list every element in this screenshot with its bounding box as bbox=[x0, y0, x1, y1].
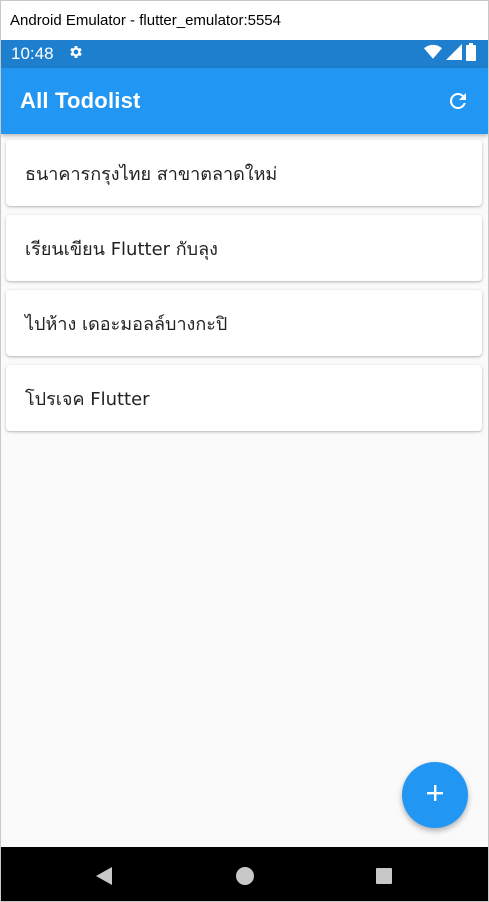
plus-icon bbox=[425, 783, 445, 807]
todo-list: ธนาคารกรุงไทย สาขาตลาดใหม่ เรียนเขียน Fl… bbox=[1, 134, 488, 440]
todo-title: ธนาคารกรุงไทย สาขาตลาดใหม่ bbox=[25, 163, 278, 185]
android-status-bar: 10:48 bbox=[1, 40, 488, 68]
home-circle-icon[interactable] bbox=[234, 865, 256, 887]
page-title: All Todolist bbox=[20, 88, 141, 113]
todo-title: เรียนเขียน Flutter กับลุง bbox=[25, 238, 218, 260]
add-todo-button[interactable] bbox=[402, 762, 468, 828]
list-item[interactable]: ไปห้าง เดอะมอลล์บางกะปิ bbox=[6, 290, 482, 356]
list-item[interactable]: ธนาคารกรุงไทย สาขาตลาดใหม่ bbox=[6, 140, 482, 206]
gear-icon bbox=[68, 44, 84, 65]
status-time: 10:48 bbox=[11, 44, 54, 63]
wifi-icon bbox=[424, 44, 442, 65]
emulator-window: Android Emulator - flutter_emulator:5554… bbox=[0, 0, 489, 902]
refresh-icon[interactable] bbox=[446, 89, 470, 113]
list-item[interactable]: เรียนเขียน Flutter กับลุง bbox=[6, 215, 482, 281]
window-titlebar: Android Emulator - flutter_emulator:5554 bbox=[1, 1, 488, 40]
recents-square-icon[interactable] bbox=[373, 865, 395, 887]
battery-icon bbox=[466, 42, 476, 66]
app-bar: All Todolist bbox=[1, 68, 488, 134]
back-triangle-icon[interactable] bbox=[93, 865, 115, 887]
window-title: Android Emulator - flutter_emulator:5554 bbox=[10, 12, 281, 29]
signal-icon bbox=[446, 43, 462, 65]
todo-title: ไปห้าง เดอะมอลล์บางกะปิ bbox=[25, 313, 228, 335]
todo-title: โปรเจค Flutter bbox=[25, 388, 150, 410]
list-item[interactable]: โปรเจค Flutter bbox=[6, 365, 482, 431]
android-nav-bar bbox=[1, 847, 488, 901]
